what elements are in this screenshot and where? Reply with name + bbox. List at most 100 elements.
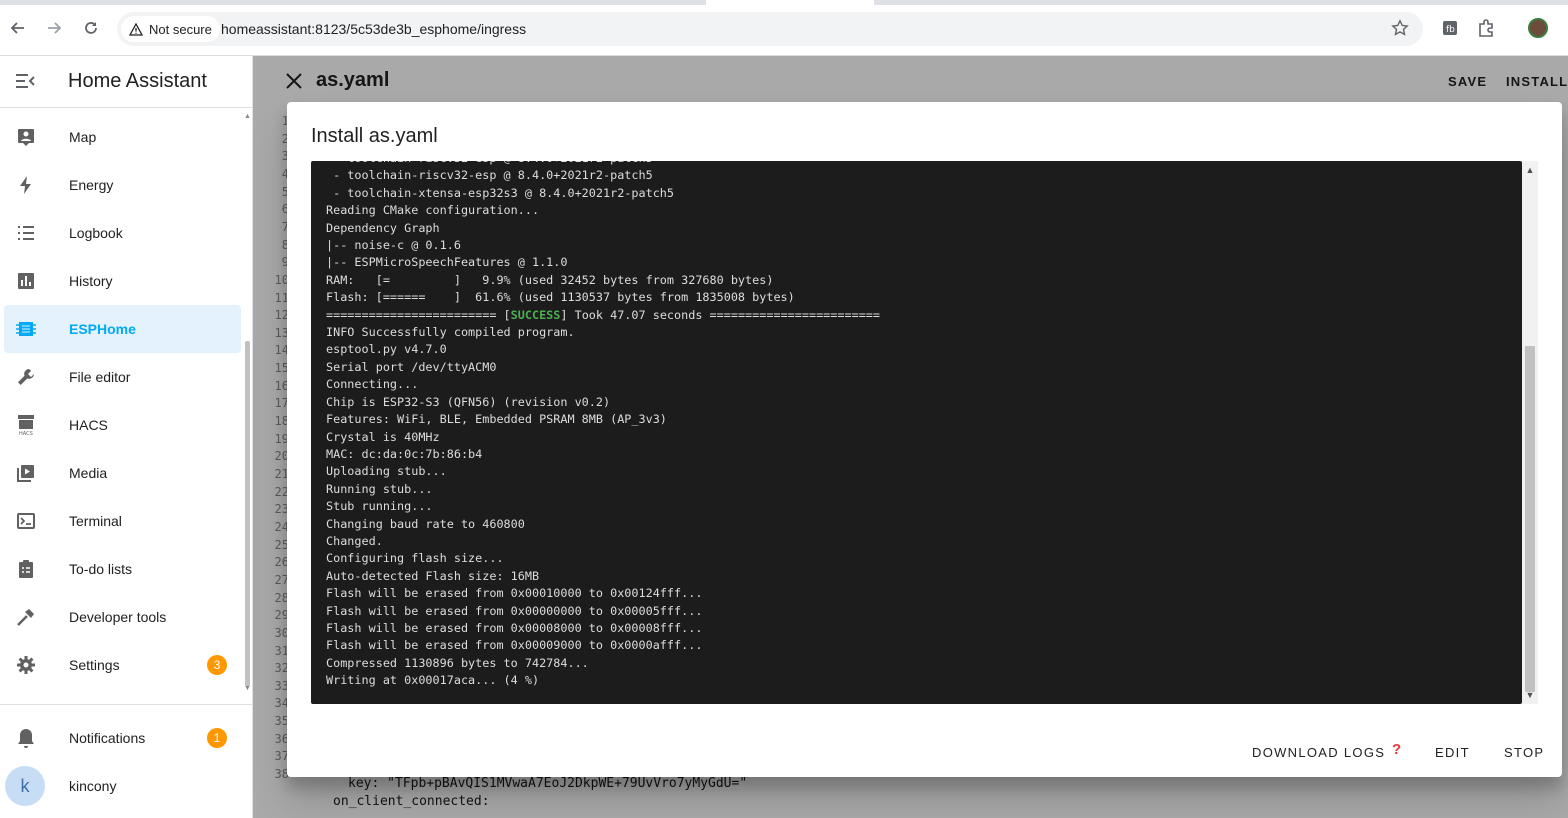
sidebar-item-label: To-do lists (69, 561, 133, 577)
sidebar-item-terminal[interactable]: Terminal (0, 497, 245, 545)
sidebar-item-settings[interactable]: Settings 3 (0, 641, 245, 689)
scroll-down-arrow-icon[interactable]: ▼ (244, 685, 251, 692)
log-line: RAM: [= ] 9.9% (used 32452 bytes from 32… (326, 272, 774, 287)
log-line: Writing at 0x00017aca... (4 %) (326, 673, 540, 688)
scroll-up-arrow-icon[interactable]: ▲ (244, 113, 251, 120)
log-output: - toolchain-riscv32-esp @ 8.4.0+2021r2-p… (326, 161, 880, 690)
sidebar-item-label: ESPHome (69, 321, 136, 337)
sidebar-header: Home Assistant (0, 56, 252, 108)
log-line: |-- ESPMicroSpeechFeatures @ 1.1.0 (326, 255, 568, 270)
log-line: Reading CMake configuration... (326, 203, 540, 218)
log-scrollbar[interactable]: ▲ ▼ (1522, 161, 1538, 704)
log-line: Connecting... (326, 377, 419, 392)
scroll-down-arrow-icon[interactable]: ▼ (1525, 690, 1535, 700)
log-line: esptool.py v4.7.0 (326, 342, 447, 357)
log-line: Configuring flash size... (326, 551, 504, 566)
url-text[interactable]: homeassistant:8123/5c53de3b_esphome/ingr… (221, 21, 526, 37)
log-line: - toolchain-xtensa-esp32s3 @ 8.4.0+2021r… (326, 185, 675, 200)
log-line: Stub running... (326, 499, 433, 514)
log-line: Changing baud rate to 460800 (326, 516, 525, 531)
map-icon (14, 125, 38, 149)
sidebar-item-notifications[interactable]: Notifications 1 (0, 714, 252, 762)
stop-button[interactable]: STOP (1504, 745, 1544, 760)
log-line: |-- noise-c @ 0.1.6 (326, 238, 461, 253)
address-bar[interactable]: Not secure homeassistant:8123/5c53de3b_e… (117, 12, 1423, 46)
log-line: Flash will be erased from 0x00000000 to … (326, 603, 703, 618)
chart-icon (14, 269, 38, 293)
settings-badge: 3 (207, 655, 227, 675)
success-label: SUCCESS (510, 307, 561, 322)
chip-icon (14, 317, 38, 341)
sidebar-item-label: File editor (69, 369, 131, 385)
log-line: Crystal is 40MHz (326, 429, 440, 444)
clipboard-icon (14, 557, 38, 581)
security-chip[interactable]: Not secure (121, 16, 220, 42)
profile-avatar[interactable] (1528, 18, 1548, 38)
warning-icon (129, 22, 143, 36)
sidebar-item-developer-tools[interactable]: Developer tools (0, 593, 245, 641)
sidebar-item-label: Terminal (69, 513, 122, 529)
browser-toolbar: Not secure homeassistant:8123/5c53de3b_e… (0, 0, 1568, 56)
log-line: Dependency Graph (326, 220, 440, 235)
nav-list: Map Energy Logbook History ESPHome File … (0, 113, 245, 689)
sidebar-item-map[interactable]: Map (0, 113, 245, 161)
help-question-icon[interactable]: ? (1392, 741, 1401, 758)
install-log-terminal[interactable]: - toolchain-riscv32-esp @ 8.4.0+2021r2-p… (311, 161, 1522, 704)
log-line: MAC: dc:da:0c:7b:86:b4 (326, 446, 483, 461)
log-line: Running stub... (326, 481, 433, 496)
hacs-icon: HACS (14, 413, 38, 437)
sidebar-item-history[interactable]: History (0, 257, 245, 305)
wrench-icon (14, 365, 38, 389)
bookmark-star-icon[interactable] (1391, 19, 1409, 42)
bell-icon (14, 726, 38, 750)
media-icon (14, 461, 38, 485)
dialog-title: Install as.yaml (311, 125, 438, 147)
sidebar-item-label: Media (69, 465, 108, 481)
sidebar-item-logbook[interactable]: Logbook (0, 209, 245, 257)
log-line: Serial port /dev/ttyACM0 (326, 359, 497, 374)
log-line: INFO Successfully compiled program. (326, 325, 575, 340)
sidebar-item-media[interactable]: Media (0, 449, 245, 497)
sidebar-item-label: kincony (69, 778, 117, 794)
sidebar-item-energy[interactable]: Energy (0, 161, 245, 209)
extension-icon[interactable]: fb (1440, 18, 1460, 38)
svg-text:HACS: HACS (19, 431, 33, 436)
sidebar-scrollbar[interactable]: ▲ ▼ (243, 113, 251, 693)
log-line: - toolchain-riscv32-esp @ 8.4.0+2021r2-p… (326, 168, 653, 183)
sidebar-item-hacs[interactable]: HACS HACS (0, 401, 245, 449)
terminal-icon (14, 509, 38, 533)
log-line: Flash will be erased from 0x00008000 to … (326, 620, 703, 635)
download-logs-button[interactable]: DOWNLOAD LOGS (1252, 745, 1385, 760)
sidebar-item-label: Notifications (69, 730, 146, 746)
forward-arrow-icon[interactable] (42, 16, 66, 40)
log-line: Changed. (326, 533, 383, 548)
puzzle-icon[interactable] (1476, 18, 1496, 38)
app-title: Home Assistant (68, 70, 207, 92)
log-line: Chip is ESP32-S3 (QFN56) (revision v0.2) (326, 394, 611, 409)
sidebar-item-esphome[interactable]: ESPHome (4, 305, 241, 353)
reload-icon[interactable] (79, 16, 103, 40)
log-line: Flash: [====== ] 61.6% (used 1130537 byt… (326, 290, 795, 305)
log-scroll-thumb[interactable] (1525, 346, 1535, 692)
avatar: k (5, 766, 45, 806)
sidebar-scroll-thumb[interactable] (245, 341, 250, 687)
sidebar-item-label: HACS (69, 417, 108, 433)
log-line: Flash will be erased from 0x00009000 to … (326, 638, 703, 653)
log-line: Uploading stub... (326, 464, 447, 479)
menu-collapse-icon[interactable] (14, 70, 38, 94)
sidebar-item-file-editor[interactable]: File editor (0, 353, 245, 401)
scroll-up-arrow-icon[interactable]: ▲ (1525, 165, 1535, 175)
sidebar-divider (0, 704, 252, 705)
back-arrow-icon[interactable] (6, 16, 30, 40)
hammer-icon (14, 605, 38, 629)
sidebar-item-user[interactable]: k kincony (0, 762, 252, 810)
log-line-success: ======================== [SUCCESS] Took … (326, 307, 880, 322)
sidebar: Home Assistant Map Energy Logbook Histor… (0, 56, 253, 818)
log-line: Compressed 1130896 bytes to 742784... (326, 655, 589, 670)
sidebar-item-todo[interactable]: To-do lists (0, 545, 245, 593)
lightning-icon (14, 173, 38, 197)
gear-icon (14, 653, 38, 677)
sidebar-item-label: Map (69, 129, 97, 145)
tab-strip (874, 0, 1568, 5)
edit-button[interactable]: EDIT (1435, 745, 1470, 760)
